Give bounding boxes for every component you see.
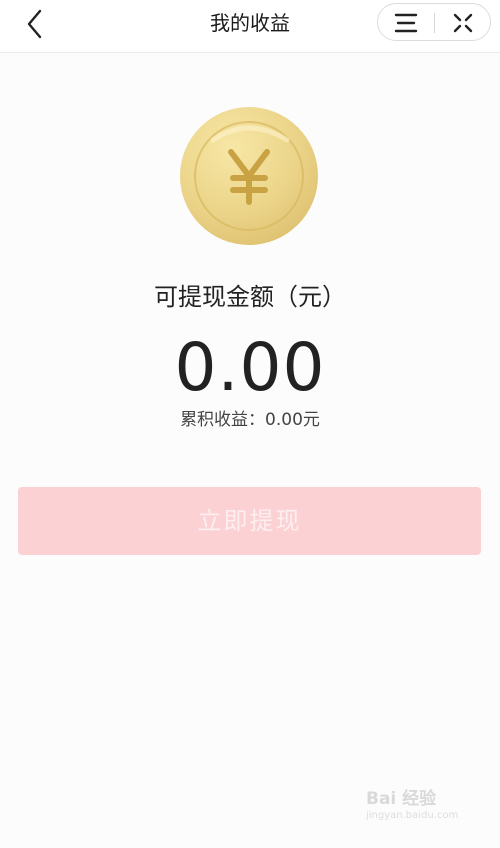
close-button[interactable] — [450, 10, 476, 36]
watermark-url: jingyan.baidu.com — [366, 810, 459, 821]
withdrawable-amount-value: 0.00 — [174, 329, 326, 406]
close-icon — [453, 13, 473, 33]
baidu-jingyan-watermark: Bai 经验 jingyan.baidu.com — [366, 784, 486, 828]
capsule-divider — [434, 13, 435, 33]
mini-program-capsule — [377, 3, 491, 41]
withdrawable-amount-label: 可提现金额（元） — [154, 283, 346, 311]
header-bar: 我的收益 — [0, 0, 500, 53]
menu-button[interactable] — [392, 11, 420, 35]
watermark-text: Bai 经验 — [366, 789, 437, 809]
coin-icon — [179, 106, 319, 246]
withdraw-now-button[interactable]: 立即提现 — [18, 487, 481, 555]
accumulated-earnings: 累积收益：0.00元 — [180, 410, 320, 430]
menu-icon — [394, 13, 418, 33]
